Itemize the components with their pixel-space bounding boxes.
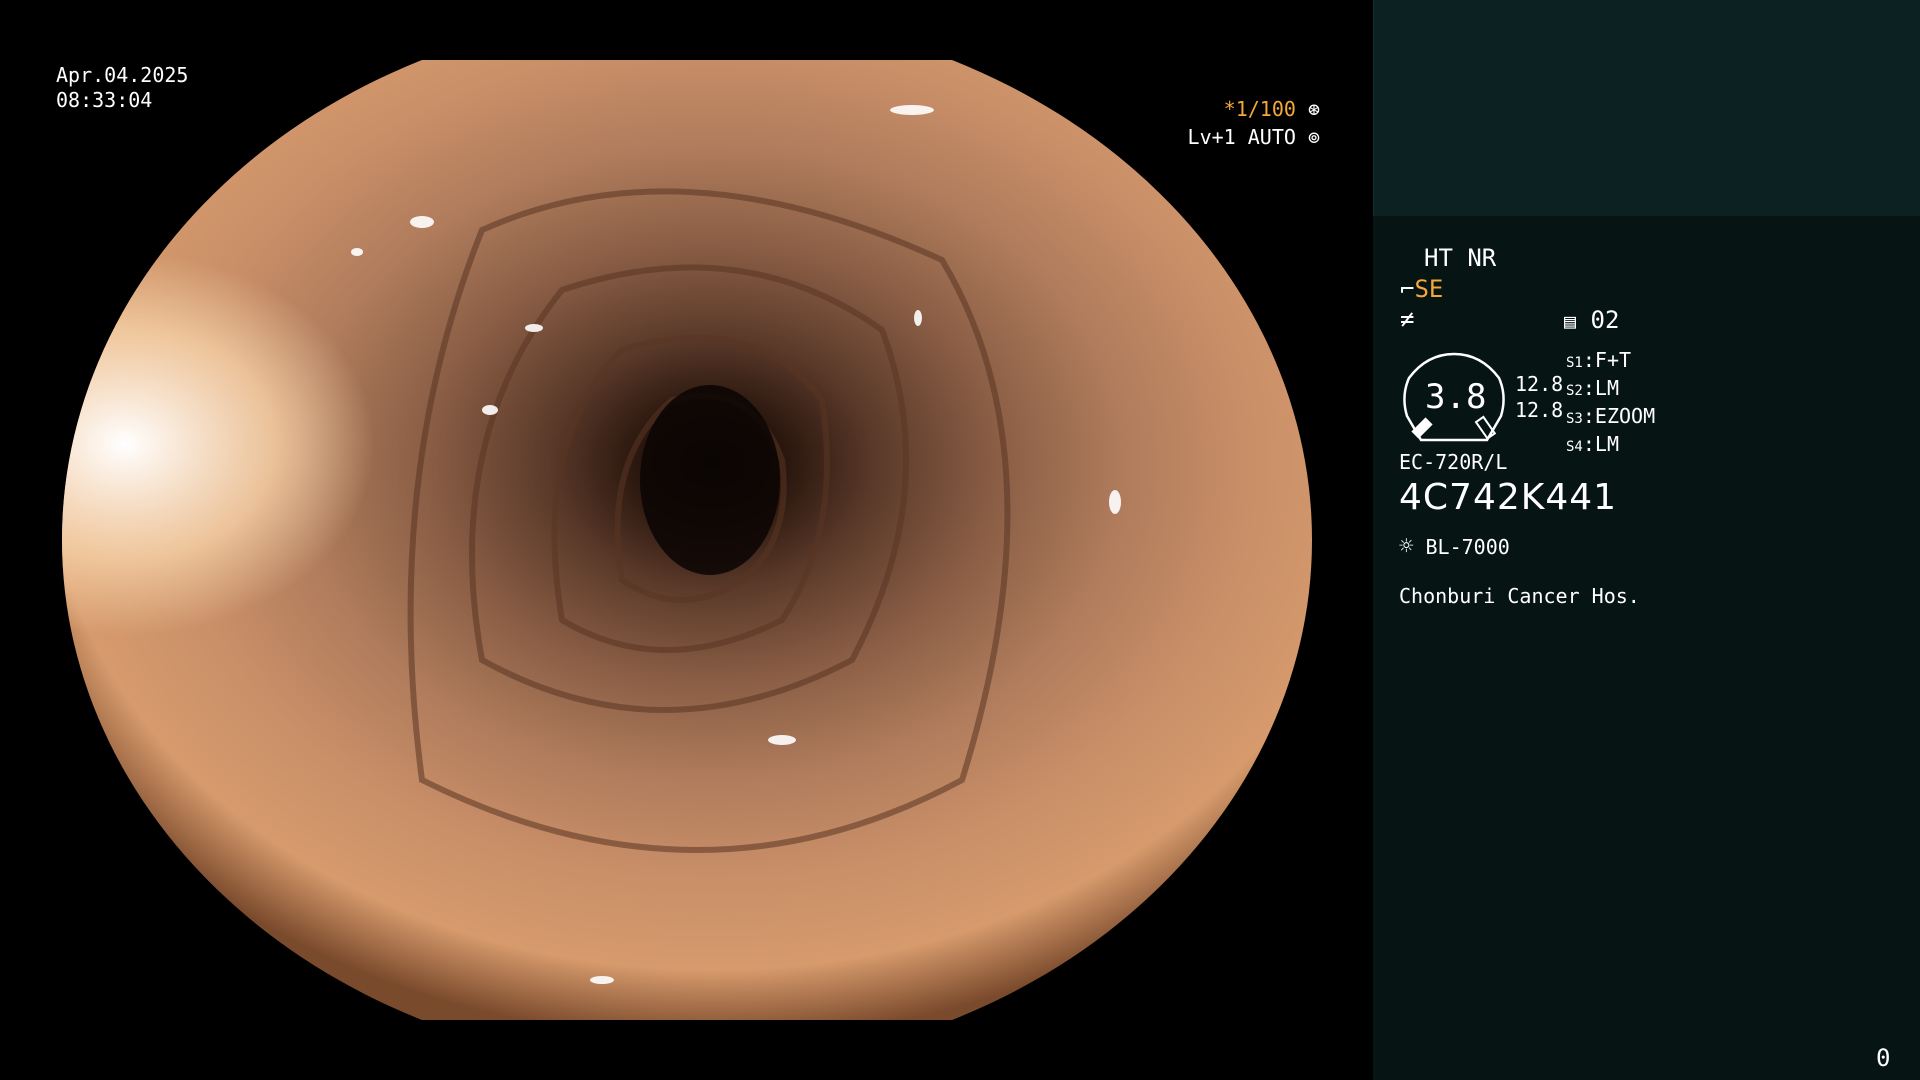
gauge-value: 3.8 — [1425, 377, 1487, 417]
date-time: Apr.04.2025 08:33:04 — [56, 63, 188, 113]
sun-icon: ☼ — [1399, 532, 1414, 560]
shutter-text: *1/100 — [1223, 97, 1296, 121]
shutter-readout: *1/100 ⊛ — [1180, 97, 1320, 122]
panel-top-area — [1373, 0, 1920, 216]
serial-number: 4C742K441 — [1399, 477, 1618, 518]
switch-item: S3:EZOOM — [1566, 404, 1656, 428]
record-row: ▤ 02 — [1564, 306, 1619, 335]
endoscope-viewport: Apr.04.2025 08:33:04 *1/100 ⊛ Lv+1 AUTO … — [0, 0, 1373, 1080]
scope-model: EC-720R/L — [1399, 450, 1508, 474]
aperture-icon: ⊛ — [1307, 97, 1320, 121]
date-text: Apr.04.2025 — [56, 63, 189, 87]
endoscope-image — [62, 60, 1312, 1020]
scope-tip-icon: ⌐ — [1400, 275, 1415, 303]
light-source-text: BL-7000 — [1425, 535, 1510, 559]
not-equal-icon: ≠ — [1400, 305, 1415, 333]
iris-text: Lv+1 AUTO — [1187, 125, 1296, 149]
mode-text: HT NR — [1424, 244, 1497, 272]
time-text: 08:33:04 — [56, 88, 153, 112]
switch-item: S2:LM — [1566, 376, 1619, 400]
counter: 0 — [1876, 1044, 1891, 1072]
iris-icon: ⊚ — [1307, 125, 1320, 149]
info-panel: HT NR ⌐SE ≠ ▤ 02 3.8 12.8 12.8 S1:F+T S2… — [1373, 0, 1920, 1080]
switch-list: S1:F+T S2:LM S3:EZOOM S4:LM — [1566, 348, 1655, 460]
record-value: 02 — [1590, 306, 1620, 334]
record-list-icon: ▤ — [1564, 309, 1577, 333]
iris-readout: Lv+1 AUTO ⊚ — [1160, 125, 1320, 150]
gauge-side-1: 12.8 — [1515, 372, 1564, 396]
switch-item: S1:F+T — [1566, 348, 1632, 372]
se-row: ⌐SE — [1400, 275, 1443, 303]
switch-item: S4:LM — [1566, 432, 1619, 456]
se-label: SE — [1414, 275, 1444, 303]
light-source-row: ☼ BL-7000 — [1399, 532, 1510, 561]
hospital-name: Chonburi Cancer Hos. — [1399, 584, 1640, 608]
gauge-side-2: 12.8 — [1515, 398, 1564, 422]
